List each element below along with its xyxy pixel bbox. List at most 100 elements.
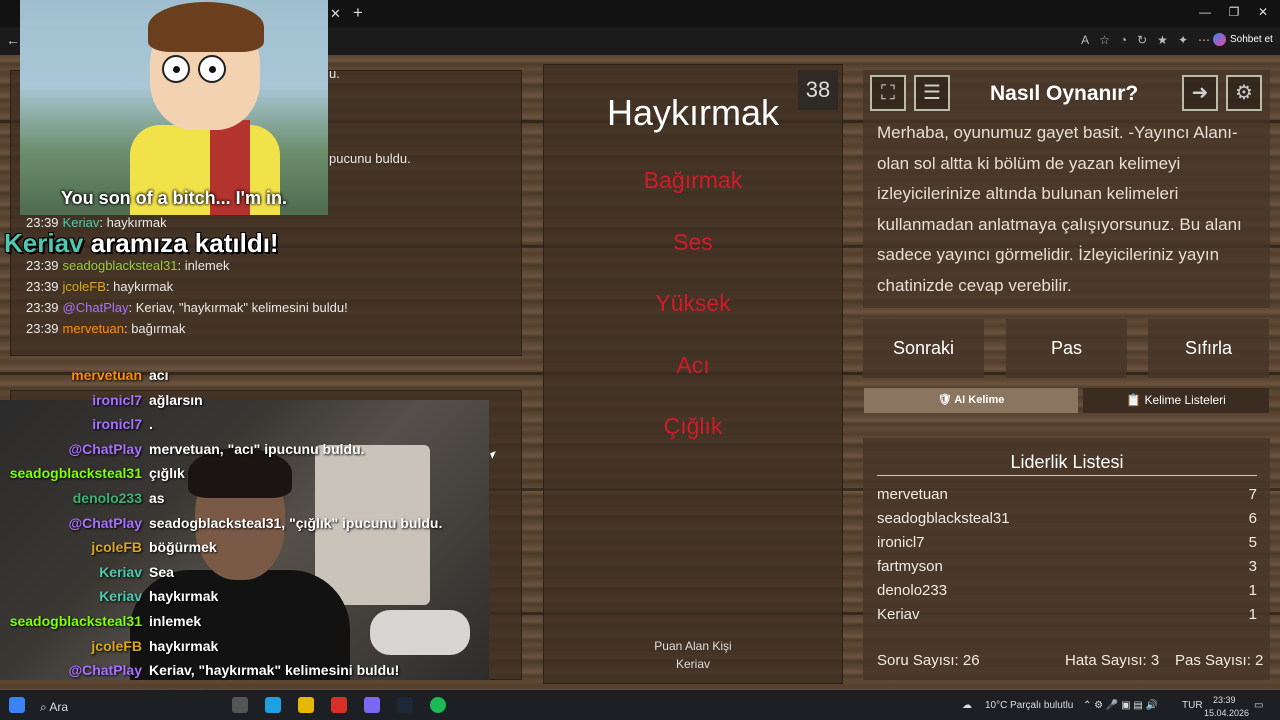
more-icon[interactable]: ⋯ bbox=[1198, 33, 1210, 47]
minimize-icon[interactable]: — bbox=[1197, 5, 1213, 19]
stream-chat-username: Keriav bbox=[99, 563, 142, 580]
stream-chat-text: . bbox=[149, 416, 153, 433]
chat-message: 23:39 mervetuan: bağırmak bbox=[26, 321, 185, 336]
stream-chat-message: denolo233 as bbox=[0, 490, 520, 510]
back-icon[interactable]: ← bbox=[6, 32, 20, 48]
tray-icons[interactable]: ⌃ ⚙ 🎤 ▣ ▤ 🔊 bbox=[1083, 700, 1158, 711]
chat-username: mervetuan bbox=[62, 321, 124, 336]
scorer-name: Keriav bbox=[675, 657, 710, 671]
notes-icon[interactable]: ☰ bbox=[914, 75, 950, 111]
taskbar-search-label: Ara bbox=[49, 700, 69, 714]
chat-time: 23:39 bbox=[26, 279, 59, 294]
stream-chat-username: denolo233 bbox=[72, 490, 142, 506]
howto-title: Nasıl Oynanır? bbox=[990, 82, 1139, 105]
leaderboard-name: Keriav bbox=[877, 606, 920, 623]
taskbar-search[interactable]: ⌕ Ara bbox=[40, 700, 68, 715]
ai-word-label: AI Kelime bbox=[954, 394, 1005, 406]
steam-icon[interactable] bbox=[397, 697, 413, 713]
leaderboard-row: mervetuan 7 bbox=[877, 486, 1257, 503]
weather-desc: Parçalı bulutlu bbox=[1010, 700, 1074, 711]
favorite-icon[interactable]: ☆ bbox=[1099, 33, 1110, 47]
stream-chat-message: @ChatPlay seadogblacksteal31, "çığlık" ip… bbox=[0, 515, 520, 535]
exit-icon[interactable]: ➜ bbox=[1182, 75, 1218, 111]
stream-chat-username: seadogblacksteal31 bbox=[9, 613, 142, 629]
read-aloud-icon[interactable]: A bbox=[1081, 33, 1089, 47]
meme-eye bbox=[198, 55, 226, 83]
notification-icon[interactable]: ▭ bbox=[1254, 700, 1263, 711]
mute-icon[interactable]: ◔ bbox=[1120, 33, 1127, 47]
next-button[interactable]: Sonraki bbox=[863, 319, 984, 378]
edge-icon[interactable] bbox=[265, 697, 281, 713]
stream-chat-username: seadogblacksteal31 bbox=[9, 465, 142, 482]
stream-chat-text: Keriav, "haykırmak" kelimesini buldu! bbox=[149, 662, 400, 679]
leaderboard-name: ironicl7 bbox=[877, 534, 925, 551]
task-view-icon[interactable] bbox=[232, 697, 248, 713]
extensions-icon[interactable]: ✦ bbox=[1178, 33, 1188, 47]
leaderboard-score: 6 bbox=[1248, 510, 1257, 527]
refresh-icon[interactable]: ↻ bbox=[1137, 33, 1147, 47]
spotify-icon[interactable] bbox=[430, 697, 446, 713]
leaderboard-row: Keriav 1 bbox=[877, 606, 1257, 623]
close-tab-icon[interactable]: ✕ bbox=[330, 6, 341, 22]
ai-word-button[interactable]: 🛡 AI Kelime bbox=[864, 388, 1078, 413]
stream-chat-username: ironicl7 bbox=[92, 391, 142, 408]
copilot-chat-button[interactable]: Sohbet et bbox=[1213, 33, 1273, 46]
chat-username: @ChatPlay bbox=[62, 300, 129, 315]
reset-button[interactable]: Sıfırla bbox=[1148, 319, 1269, 378]
word-lists-label: Kelime Listeleri bbox=[1144, 393, 1226, 407]
meme-caption: You son of a bitch... I'm in. bbox=[61, 188, 287, 208]
weather-temp[interactable]: 10°C bbox=[985, 700, 1007, 711]
stream-chat-text: mervetuan, "acı" ipucunu buldu. bbox=[149, 440, 365, 457]
clock-time[interactable]: 23:39 bbox=[1213, 695, 1236, 705]
stream-chat-text: haykırmak bbox=[149, 588, 219, 605]
ai-shield-icon: 🛡 bbox=[937, 394, 955, 406]
taboo-word: Yüksek bbox=[655, 290, 731, 316]
clipboard-icon: 📋 bbox=[1126, 393, 1145, 407]
chat-text: : haykırmak bbox=[105, 279, 174, 294]
leaderboard-score: 5 bbox=[1248, 534, 1257, 551]
copilot-label: Sohbet et bbox=[1230, 34, 1273, 45]
stream-chat-username: @ChatPlay bbox=[68, 662, 142, 679]
file-explorer-icon[interactable] bbox=[298, 697, 314, 713]
leaderboard-score: 7 bbox=[1248, 486, 1257, 503]
leaderboard-title: Liderlik Listesi bbox=[1010, 452, 1124, 472]
leaderboard-name: denolo233 bbox=[877, 582, 948, 599]
leaderboard-row: ironicl7 5 bbox=[877, 534, 1257, 551]
leaderboard-row: fartmyson 3 bbox=[877, 558, 1257, 575]
stream-chat-text: Sea bbox=[149, 563, 174, 580]
chat-message: 23:39 @ChatPlay: Keriav, "haykırmak" keli… bbox=[26, 300, 348, 315]
stream-chat-username: @ChatPlay bbox=[68, 440, 142, 457]
join-alert-text: aramıza katıldı! bbox=[83, 228, 279, 258]
window-close-icon[interactable]: ✕ bbox=[1255, 5, 1271, 19]
stream-chat-message: @ChatPlay Keriav, "haykırmak" kelimesini … bbox=[0, 662, 520, 682]
word-lists-button[interactable]: 📋 Kelime Listeleri bbox=[1083, 388, 1269, 413]
chat-message: 23:39 seadogblacksteal31: inlemek bbox=[26, 258, 230, 273]
meme-eye bbox=[162, 55, 190, 83]
stream-chat-message: Keriav haykırmak bbox=[0, 588, 520, 608]
screen: { "browser": {"sohbet_label": "Sohbet et… bbox=[0, 0, 1280, 720]
stream-chat-username: ironicl7 bbox=[92, 416, 142, 433]
restore-icon[interactable]: ❐ bbox=[1226, 5, 1242, 19]
stream-chat-message: jcoleFB böğürmek bbox=[0, 539, 520, 559]
new-tab-icon[interactable]: + bbox=[353, 3, 363, 23]
howto-text: Merhaba, oyunumuz gayet basit. -Yayıncı … bbox=[877, 123, 1242, 295]
chat-message: 23:39 jcoleFB: haykırmak bbox=[26, 279, 173, 294]
weather-icon: ☁ bbox=[962, 700, 972, 711]
stream-chat-message: mervetuan acı bbox=[0, 367, 520, 387]
app-icon[interactable] bbox=[331, 697, 347, 713]
favorites-icon[interactable]: ★ bbox=[1157, 33, 1168, 47]
start-icon[interactable] bbox=[9, 697, 25, 713]
chat-text: : Keriav, "haykırmak" kelimesini buldu! bbox=[128, 300, 348, 315]
stream-chat-username: @ChatPlay bbox=[68, 514, 142, 531]
fullscreen-icon[interactable]: ⛶ bbox=[870, 75, 906, 111]
settings-gear-icon[interactable]: ⚙ bbox=[1226, 75, 1262, 111]
leaderboard-name: mervetuan bbox=[877, 486, 948, 503]
stream-chat-text: çığlık bbox=[149, 465, 185, 482]
stream-chat-username: jcoleFB bbox=[91, 637, 142, 654]
chat-time: 23:39 bbox=[26, 258, 59, 273]
pass-button[interactable]: Pas bbox=[1006, 319, 1127, 378]
language[interactable]: TUR bbox=[1182, 700, 1203, 711]
leaderboard-score: 3 bbox=[1248, 558, 1257, 575]
discord-icon[interactable] bbox=[364, 697, 380, 713]
leaderboard-row: seadogblacksteal31 6 bbox=[877, 510, 1257, 527]
